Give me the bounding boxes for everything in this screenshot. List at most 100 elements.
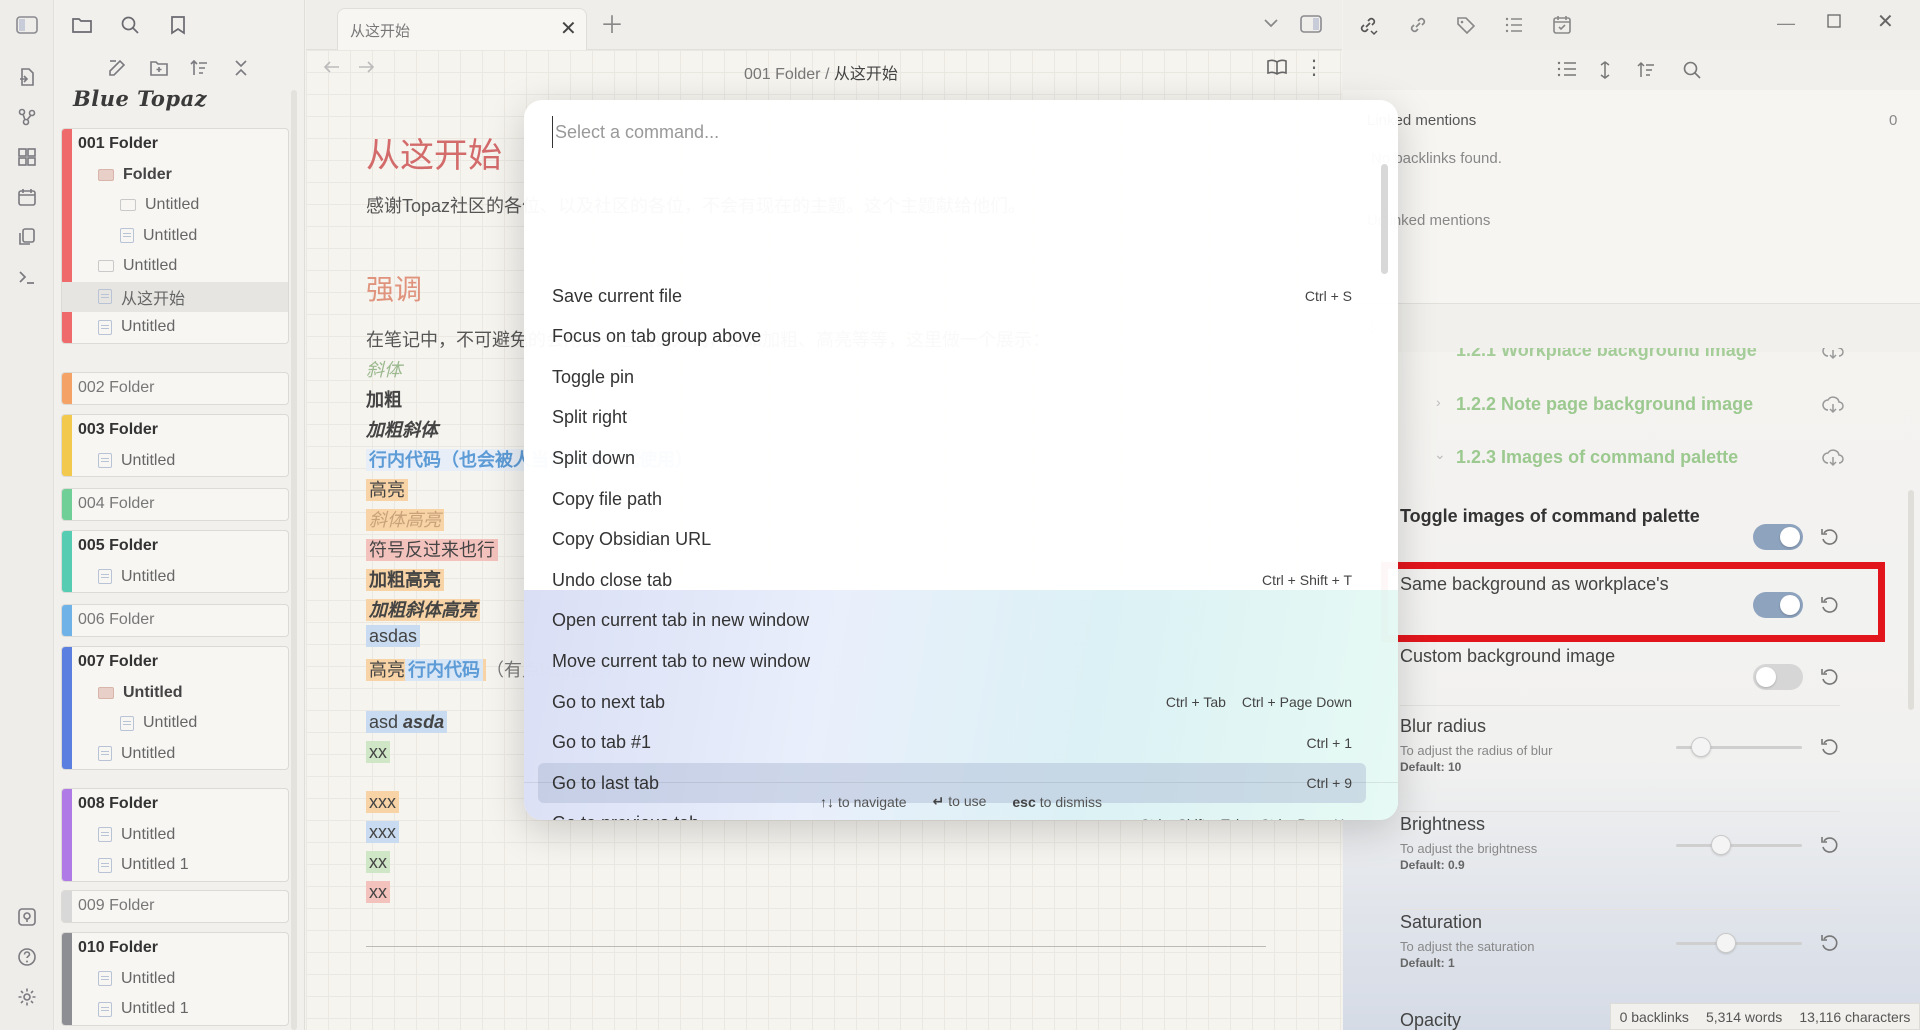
daily-note-icon[interactable] <box>14 184 40 210</box>
calendar-icon[interactable] <box>1551 14 1573 36</box>
command-item[interactable]: Move current tab to new window <box>538 641 1366 681</box>
breadcrumb-file[interactable]: 从这开始 <box>834 66 898 83</box>
file-item[interactable]: Untitled <box>62 739 288 770</box>
window-minimize-icon[interactable]: — <box>1777 14 1795 32</box>
palette-scrollbar[interactable] <box>1381 164 1388 274</box>
folder-header[interactable]: 009 Folder <box>62 891 288 922</box>
folder-header[interactable]: 006 Folder <box>62 605 288 636</box>
bookmark-icon[interactable] <box>165 12 191 38</box>
folder-header[interactable]: 001 Folder <box>62 129 288 160</box>
file-item[interactable]: Untitled <box>62 446 288 477</box>
new-folder-icon[interactable] <box>149 58 169 78</box>
file-item[interactable]: Untitled <box>62 964 288 995</box>
reset-default-icon[interactable] <box>1819 834 1841 856</box>
new-note-icon[interactable] <box>107 58 127 78</box>
reset-default-icon[interactable] <box>1819 594 1841 616</box>
setting-slider[interactable] <box>1676 737 1802 757</box>
folder-header[interactable]: 005 Folder <box>62 531 288 562</box>
backlinks-icon[interactable] <box>1357 14 1379 36</box>
command-item[interactable]: Toggle pin <box>538 357 1366 397</box>
status-backlinks[interactable]: 0 backlinks <box>1620 1009 1689 1025</box>
command-item[interactable]: Go to next tab Ctrl + Tab Ctrl + Page Down <box>538 682 1366 722</box>
subfolder-item[interactable]: Untitled <box>62 678 288 709</box>
setting-slider[interactable] <box>1676 835 1802 855</box>
folder-header[interactable]: 002 Folder <box>62 373 288 404</box>
graph-view-icon[interactable] <box>14 104 40 130</box>
toc-command-palette-images[interactable]: 1.2.3 Images of command palette <box>1456 447 1738 468</box>
folder-header[interactable]: 003 Folder <box>62 415 288 446</box>
reset-default-icon[interactable] <box>1819 526 1841 548</box>
sidebar-toggle-icon[interactable] <box>14 12 40 38</box>
canvas-icon[interactable] <box>14 144 40 170</box>
file-item[interactable]: Untitled <box>62 562 288 593</box>
subfolder-item[interactable]: Untitled <box>62 190 288 221</box>
close-tab-icon[interactable]: ✕ <box>560 19 577 39</box>
reset-default-icon[interactable] <box>1819 666 1841 688</box>
setting-slider[interactable] <box>1676 933 1802 953</box>
sort-order-icon[interactable] <box>189 58 209 78</box>
settings-scrollbar[interactable] <box>1908 490 1914 710</box>
file-item[interactable]: Untitled 1 <box>62 850 288 881</box>
reset-default-icon[interactable] <box>1819 736 1841 758</box>
command-item[interactable]: Go to tab #1 Ctrl + 1 <box>538 723 1366 763</box>
command-item[interactable]: Open current tab in new window <box>538 601 1366 641</box>
file-item[interactable]: Untitled <box>62 820 288 851</box>
file-item[interactable]: Untitled <box>62 708 288 739</box>
backlinks-collapse-icon[interactable] <box>1556 60 1578 78</box>
tab-active[interactable]: 从这开始 ✕ <box>337 8 587 50</box>
settings-gear-icon[interactable] <box>14 984 40 1010</box>
reading-view-book-icon[interactable] <box>1266 58 1288 76</box>
command-item[interactable]: Focus on tab group above <box>538 317 1366 357</box>
toc-chevron-right-icon[interactable]: › <box>1436 394 1441 410</box>
setting-toggle[interactable] <box>1753 664 1803 690</box>
files-folder-icon[interactable] <box>69 12 95 38</box>
vault-switcher-icon[interactable] <box>14 904 40 930</box>
command-search-input[interactable] <box>552 116 1372 148</box>
window-maximize-icon[interactable] <box>1827 14 1841 28</box>
outgoing-links-icon[interactable] <box>1407 14 1429 36</box>
templates-icon[interactable] <box>14 224 40 250</box>
setting-toggle[interactable] <box>1753 592 1803 618</box>
file-item[interactable]: Untitled <box>62 312 288 343</box>
command-item[interactable]: Split right <box>538 398 1366 438</box>
toggle-right-sidebar-icon[interactable] <box>1300 14 1322 34</box>
toc-command-palette-download-icon[interactable] <box>1822 447 1844 469</box>
nav-back-arrow-icon[interactable] <box>322 58 342 76</box>
new-tab-plus-icon[interactable]: ＋ <box>600 14 624 38</box>
outline-list-icon[interactable] <box>1503 14 1525 36</box>
folder-header[interactable]: 010 Folder <box>62 933 288 964</box>
setting-toggle[interactable] <box>1753 524 1803 550</box>
file-item[interactable]: 从这开始 <box>62 281 288 312</box>
toc-chevron-down-icon[interactable]: ⌄ <box>1434 446 1446 463</box>
toc-note-page-bg[interactable]: 1.2.2 Note page background image <box>1456 394 1753 415</box>
folder-header[interactable]: 004 Folder <box>62 489 288 520</box>
nav-forward-arrow-icon[interactable] <box>356 58 376 76</box>
open-quick-switcher-icon[interactable] <box>14 64 40 90</box>
help-icon[interactable] <box>14 944 40 970</box>
explorer-scrollbar[interactable] <box>291 90 297 1030</box>
command-item[interactable]: Save current file Ctrl + S <box>538 276 1366 316</box>
subfolder-item[interactable]: Folder <box>62 160 288 191</box>
tags-icon[interactable] <box>1455 14 1477 36</box>
backlinks-sort-icon[interactable] <box>1636 60 1656 80</box>
command-item[interactable]: Copy Obsidian URL <box>538 520 1366 560</box>
reset-default-icon[interactable] <box>1819 932 1841 954</box>
folder-header[interactable]: 008 Folder <box>62 789 288 820</box>
subfolder-item[interactable]: Untitled <box>62 251 288 282</box>
window-close-icon[interactable]: ✕ <box>1877 12 1894 32</box>
search-icon[interactable] <box>117 12 143 38</box>
file-item[interactable]: Untitled <box>62 221 288 252</box>
toc-note-page-download-icon[interactable] <box>1822 394 1844 416</box>
command-item[interactable]: Split down <box>538 438 1366 478</box>
collapse-all-icon[interactable] <box>231 58 251 78</box>
breadcrumb-folder[interactable]: 001 Folder <box>744 66 821 83</box>
backlinks-search-icon[interactable] <box>1682 60 1702 80</box>
command-item[interactable]: Undo close tab Ctrl + Shift + T <box>538 560 1366 600</box>
tab-list-chevron-down-icon[interactable] <box>1262 14 1280 32</box>
file-item[interactable]: Untitled 1 <box>62 994 288 1025</box>
command-palette-icon[interactable] <box>14 264 40 290</box>
expand-vertical-icon[interactable] <box>1598 60 1612 80</box>
more-options-icon[interactable]: ⋮ <box>1304 58 1324 78</box>
command-item[interactable]: Copy file path <box>538 479 1366 519</box>
folder-header[interactable]: 007 Folder <box>62 647 288 678</box>
